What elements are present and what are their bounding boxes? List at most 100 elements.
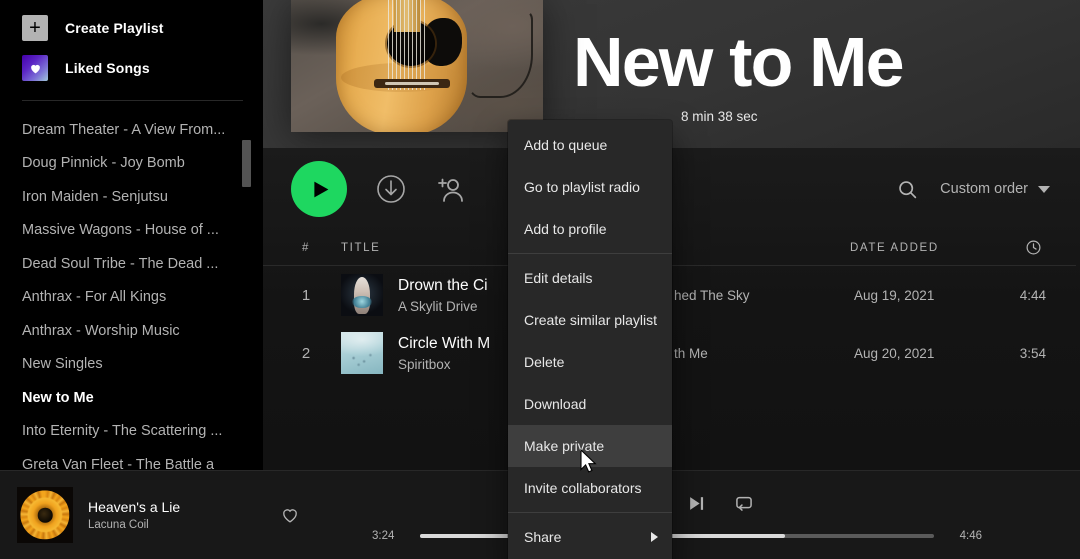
sidebar-playlist-label: Anthrax - For All Kings [22, 289, 167, 306]
sidebar-playlist-item[interactable]: Doug Pinnick - Joy Bomb [0, 147, 263, 181]
context-menu-item-label: Add to queue [524, 137, 608, 153]
sidebar-playlist-item[interactable]: Anthrax - Worship Music [0, 314, 263, 348]
context-menu-item[interactable]: Go to playlist radio [508, 166, 672, 208]
heart-outline-icon[interactable] [280, 505, 300, 525]
track-album-art [341, 274, 383, 316]
track-duration: 3:54 [1019, 345, 1046, 361]
clock-icon [982, 239, 1042, 256]
sidebar-playlist-label: New Singles [22, 356, 103, 373]
sort-order-label: Custom order [940, 181, 1028, 197]
track-duration: 4:44 [1019, 287, 1046, 303]
player-controls: 3:24 4:46 [300, 486, 1080, 544]
sidebar-scrollbar[interactable] [242, 0, 251, 470]
track-number: 2 [301, 344, 311, 362]
sidebar-playlist-item[interactable]: Dead Soul Tribe - The Dead ... [0, 247, 263, 281]
track-names: Circle With M Spiritbox [398, 335, 490, 372]
sidebar-scrollbar-thumb[interactable] [242, 140, 251, 187]
sidebar-playlist-label: Anthrax - Worship Music [22, 322, 180, 339]
sidebar-playlist-label: Dream Theater - A View From... [22, 121, 226, 138]
spotify-app-window: + Create Playlist Liked Songs Dream Thea… [0, 0, 1080, 559]
context-menu-separator [508, 253, 672, 254]
context-menu-item-label: Share [524, 529, 562, 545]
column-header-date-added: DATE ADDED [850, 241, 939, 254]
track-artist[interactable]: Spiritbox [398, 357, 490, 372]
column-header-number: # [301, 241, 310, 254]
playlist-title: New to Me [573, 23, 905, 102]
now-playing-title[interactable]: Heaven's a Lie [88, 499, 264, 515]
track-number: 1 [301, 286, 311, 304]
context-menu-item-label: Delete [524, 354, 565, 370]
context-menu-separator [508, 512, 672, 513]
context-menu-item[interactable]: Invite collaborators [508, 467, 672, 509]
track-title: Circle With M [398, 334, 491, 352]
sidebar: + Create Playlist Liked Songs Dream Thea… [0, 0, 263, 470]
sidebar-playlist-item[interactable]: Into Eternity - The Scattering ... [0, 415, 263, 449]
sidebar-playlist-item[interactable]: Anthrax - For All Kings [0, 281, 263, 315]
sort-order-dropdown[interactable]: Custom order [940, 181, 1050, 197]
context-menu-item-label: Create similar playlist [524, 312, 658, 328]
play-playlist-button[interactable] [291, 161, 347, 217]
context-menu-item-label: Invite collaborators [524, 480, 642, 496]
sidebar-top-actions: + Create Playlist Liked Songs [0, 0, 263, 88]
context-menu-item-label: Edit details [524, 270, 593, 286]
track-album[interactable]: th Me [674, 346, 854, 361]
track-title: Drown the Ci [398, 276, 488, 294]
track-date-added: Aug 19, 2021 [854, 287, 935, 303]
sidebar-playlist-item[interactable]: New to Me [0, 381, 263, 415]
download-icon[interactable] [375, 173, 407, 205]
heart-icon [22, 55, 48, 81]
playlist-context-menu[interactable]: Add to queue Go to playlist radio Add to p… [508, 120, 672, 559]
guitar-strings [388, 0, 429, 90]
chevron-right-icon [651, 532, 658, 542]
track-album[interactable]: hed The Sky [674, 288, 854, 303]
context-menu-item-label: Make private [524, 438, 605, 454]
guitar-bridge [374, 79, 450, 89]
sidebar-playlist-label: Dead Soul Tribe - The Dead ... [22, 255, 219, 272]
elapsed-time: 3:24 [372, 529, 395, 542]
sidebar-playlist-label: Massive Wagons - House of ... [22, 222, 219, 239]
now-playing: Heaven's a Lie Lacuna Coil [0, 487, 300, 543]
sidebar-playlist-label: Iron Maiden - Senjutsu [22, 188, 168, 205]
chevron-down-icon [1038, 185, 1050, 193]
add-person-icon[interactable] [435, 173, 467, 205]
search-icon[interactable] [897, 179, 918, 200]
now-playing-artist[interactable]: Lacuna Coil [88, 519, 264, 531]
context-menu-item[interactable]: Edit details [508, 257, 672, 299]
sidebar-playlist-list: Dream Theater - A View From... Doug Pinni… [0, 111, 263, 470]
context-menu-item-label: Go to playlist radio [524, 179, 640, 195]
context-menu-item[interactable]: Make private [508, 425, 672, 467]
track-date-added: Aug 20, 2021 [854, 345, 935, 361]
track-artist[interactable]: A Skylit Drive [398, 299, 488, 314]
progress-bar-row: 3:24 4:46 [372, 530, 982, 542]
context-menu-item[interactable]: Add to profile [508, 208, 672, 250]
context-menu-item[interactable]: Share [508, 516, 672, 558]
context-menu-item[interactable]: Add to queue [508, 124, 672, 166]
liked-songs-button[interactable]: Liked Songs [0, 48, 263, 88]
sidebar-playlist-item[interactable]: Massive Wagons - House of ... [0, 214, 263, 248]
playlist-cover-art[interactable] [291, 0, 543, 132]
plus-icon: + [22, 15, 48, 41]
sidebar-playlist-item[interactable]: Dream Theater - A View From... [0, 113, 263, 147]
context-menu-item-label: Download [524, 396, 587, 412]
sidebar-playlist-item[interactable]: New Singles [0, 348, 263, 382]
sidebar-playlist-label: Greta Van Fleet - The Battle a [22, 456, 215, 470]
next-track-icon[interactable] [687, 494, 706, 513]
liked-songs-label: Liked Songs [65, 60, 150, 76]
sidebar-divider [22, 100, 243, 101]
progress-bar[interactable] [420, 533, 934, 538]
sidebar-playlist-label: Into Eternity - The Scattering ... [22, 423, 223, 440]
sidebar-playlist-item[interactable]: Iron Maiden - Senjutsu [0, 180, 263, 214]
sidebar-playlist-item[interactable]: Greta Van Fleet - The Battle a [0, 448, 263, 470]
track-names: Drown the Ci A Skylit Drive [398, 277, 488, 314]
create-playlist-button[interactable]: + Create Playlist [0, 8, 263, 48]
now-playing-text: Heaven's a Lie Lacuna Coil [88, 499, 264, 531]
sidebar-playlist-label: Doug Pinnick - Joy Bomb [22, 155, 185, 172]
context-menu-item[interactable]: Download [508, 383, 672, 425]
context-menu-item[interactable]: Delete [508, 341, 672, 383]
context-menu-item[interactable]: Create similar playlist [508, 299, 672, 341]
repeat-icon[interactable] [734, 493, 754, 513]
now-playing-album-art[interactable] [17, 487, 73, 543]
context-menu-item-label: Add to profile [524, 221, 607, 237]
create-playlist-label: Create Playlist [65, 20, 164, 36]
total-time: 4:46 [959, 529, 982, 542]
